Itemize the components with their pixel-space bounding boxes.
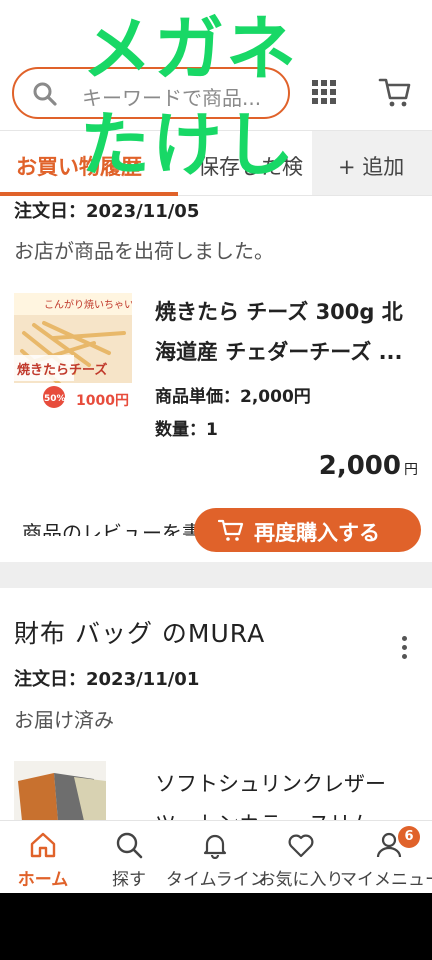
search-icon xyxy=(116,832,143,859)
order-status: お届け済み xyxy=(14,708,114,732)
rebuy-label: 再度購入する xyxy=(254,521,380,545)
add-tab-button[interactable]: + 追加 xyxy=(312,131,432,195)
thumb-discount-text: 50% xyxy=(44,394,66,404)
header: キーワードで商品... xyxy=(0,0,432,130)
rebuy-button[interactable]: 再度購入する xyxy=(194,508,421,552)
cart-icon[interactable] xyxy=(378,75,412,109)
product-title-line1[interactable]: ソフトシュリンクレザー xyxy=(155,764,417,804)
nav-favorites-label: お気に入り xyxy=(258,870,344,890)
nav-search[interactable]: 探す xyxy=(86,821,172,893)
search-icon xyxy=(33,82,57,106)
bell-icon xyxy=(203,834,227,859)
thumb-top-text: こんがり焼いちゃいました！ xyxy=(44,298,132,311)
order-date: 注文日：2023/11/01 xyxy=(14,669,200,690)
tab-purchase-history[interactable]: お買い物履歴 xyxy=(16,151,142,181)
product-thumbnail[interactable]: こんがり焼いちゃいました！ 焼きたらチーズ 50% 1000円 xyxy=(14,293,132,411)
order-date: 注文日：2023/11/05 xyxy=(14,201,200,222)
order-total-unit: 円 xyxy=(404,462,418,478)
notification-badge: 6 xyxy=(398,826,420,848)
nav-home[interactable]: ホーム xyxy=(0,821,86,893)
tab-saved-search[interactable]: 保存した検 xyxy=(198,151,303,181)
quantity: 数量：1 xyxy=(155,420,218,440)
product-title-line2[interactable]: 海道産 チェダーチーズ ... xyxy=(155,332,417,372)
write-review-link[interactable]: 商品のレビューを書く xyxy=(22,516,222,536)
order-card: 財布 バッグ のMURA 注文日：2023/11/01 お届け済み ソフトシュリ… xyxy=(0,588,432,836)
search-input[interactable]: キーワードで商品... xyxy=(82,82,261,111)
nav-timeline[interactable]: タイムライン xyxy=(166,821,264,893)
order-status: お店が商品を出荷しました。 xyxy=(14,239,274,263)
order-total-value: 2,000 xyxy=(318,451,401,481)
order-total: 2,000 円 xyxy=(319,451,418,481)
nav-favorites[interactable]: お気に入り xyxy=(258,821,344,893)
home-icon xyxy=(30,832,56,858)
product-image: こんがり焼いちゃいました！ 焼きたらチーズ 50% 1000円 xyxy=(14,293,132,411)
nav-search-label: 探す xyxy=(112,870,146,890)
nav-my-menu-label: マイメニュー xyxy=(340,870,432,890)
nav-home-label: ホーム xyxy=(17,870,69,890)
add-tab-label: + 追加 xyxy=(338,155,405,179)
tab-bar: お買い物履歴 保存した検 + 追加 xyxy=(0,130,432,196)
order-card: 注文日：2023/11/05 お店が商品を出荷しました。 こんがり焼いちゃいまし… xyxy=(0,196,432,560)
thumb-price-text: 1000円 xyxy=(76,393,129,409)
section-separator xyxy=(0,562,432,588)
bottom-nav: ホーム 探す タイムライン お気に入り マイメニュー xyxy=(0,820,432,893)
more-options-icon[interactable] xyxy=(396,636,412,662)
product-title-line1[interactable]: 焼きたら チーズ 300g 北 xyxy=(155,292,417,332)
shop-name[interactable]: 財布 バッグ のMURA xyxy=(14,614,265,650)
cart-icon xyxy=(218,519,244,541)
wallet-image xyxy=(14,761,106,821)
nav-timeline-label: タイムライン xyxy=(166,870,264,890)
app-screen: キーワードで商品... お買い物履歴 保存した検 + 追加 注文日：2023/1… xyxy=(0,0,432,893)
product-thumbnail[interactable] xyxy=(14,761,106,821)
grid-icon[interactable] xyxy=(311,79,337,105)
thumb-brand-text: 焼きたらチーズ xyxy=(17,362,107,378)
search-bar[interactable]: キーワードで商品... xyxy=(12,67,290,119)
unit-price: 商品単価：2,000円 xyxy=(155,387,311,407)
heart-icon xyxy=(288,834,314,858)
